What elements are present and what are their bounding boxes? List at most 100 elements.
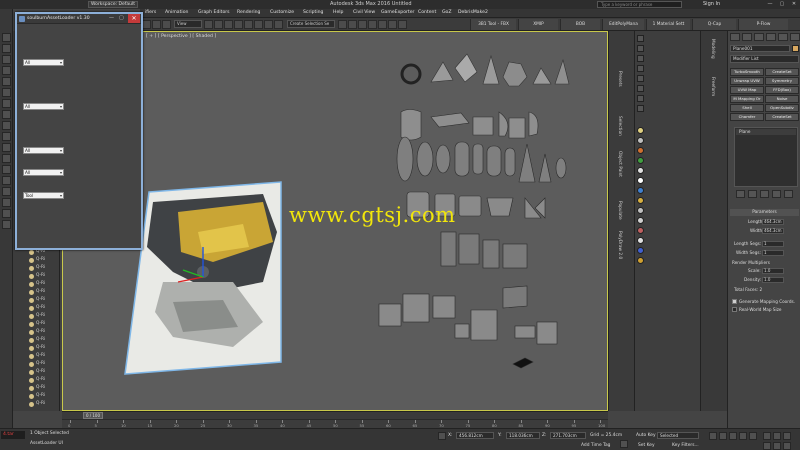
blue-dot-icon[interactable] <box>637 247 644 254</box>
visibility-icon[interactable] <box>29 306 34 311</box>
blue-dot-icon[interactable] <box>637 187 644 194</box>
spinner-snap-icon[interactable] <box>244 20 253 29</box>
list-item[interactable]: Q-Ri <box>29 329 59 336</box>
pivot-icon[interactable] <box>204 20 213 29</box>
menu-content[interactable]: Content <box>418 10 436 15</box>
white-dot-icon[interactable] <box>637 237 644 244</box>
go-to-start-icon[interactable] <box>709 432 717 440</box>
tab-material-settings[interactable]: 1 Material Sett <box>646 19 690 30</box>
select-link-icon[interactable] <box>142 20 151 29</box>
auto-key-button[interactable]: Auto Key <box>636 433 656 438</box>
time-slider-bar[interactable]: 0 / 100 <box>62 411 608 419</box>
list-item[interactable]: Q-Ri <box>29 321 59 328</box>
make-unique-icon[interactable] <box>760 190 769 198</box>
pan-icon[interactable] <box>763 442 771 450</box>
filter-hidden-icon[interactable] <box>2 220 11 229</box>
tab-presets[interactable]: Presets <box>617 71 622 87</box>
visibility-icon[interactable] <box>29 274 34 279</box>
tab-fbx-tool[interactable]: 3B1 Tool - FBX <box>470 19 516 30</box>
tool-icon[interactable] <box>637 35 644 42</box>
modify-tab-icon[interactable] <box>742 33 752 41</box>
category-dropdown-5[interactable]: Tool ▾ <box>23 192 64 199</box>
symmetry-button[interactable]: Symmetry <box>765 77 799 85</box>
visibility-icon[interactable] <box>29 298 34 303</box>
motion-icon[interactable] <box>2 66 11 75</box>
align-icon[interactable] <box>274 20 283 29</box>
visibility-icon[interactable] <box>29 266 34 271</box>
tab-modeling[interactable]: Modeling <box>710 39 715 59</box>
length-spinner[interactable]: 464.3cm <box>762 219 784 225</box>
gray-dot-icon[interactable] <box>637 207 644 214</box>
layer-icon[interactable] <box>338 20 347 29</box>
orange-dot-icon[interactable] <box>637 147 644 154</box>
primitives-row-2[interactable] <box>400 109 539 141</box>
createset-button[interactable]: CreateSet <box>765 68 799 76</box>
category-dropdown-1[interactable]: All ▾ <box>23 59 64 66</box>
filter-xrefs-icon[interactable] <box>2 176 11 185</box>
list-item[interactable]: Q-Ri <box>29 273 59 280</box>
filter-frozen-icon[interactable] <box>2 209 11 218</box>
prev-frame-icon[interactable] <box>719 432 727 440</box>
list-item[interactable]: Q-Ri <box>29 393 59 400</box>
render-icon[interactable] <box>398 20 407 29</box>
chamfer-button[interactable]: Chamfer <box>730 113 764 121</box>
list-item[interactable]: Q-Ri <box>29 257 59 264</box>
tool-icon[interactable] <box>637 85 644 92</box>
menu-customize[interactable]: Customize <box>270 10 294 15</box>
filter-bones-icon[interactable] <box>2 187 11 196</box>
x-coord-field[interactable]: 456.812cm <box>456 432 494 439</box>
tool-icon[interactable] <box>637 105 644 112</box>
orbit-icon[interactable] <box>773 442 781 450</box>
visibility-icon[interactable] <box>29 314 34 319</box>
maxscript-listener[interactable]: 4.tar <box>1 431 25 439</box>
width-segs-spinner[interactable]: 1 <box>762 250 784 256</box>
primitives-row-3[interactable] <box>396 136 567 183</box>
menu-goz[interactable]: GoZ <box>442 10 452 15</box>
pin-stack-icon[interactable] <box>736 190 745 198</box>
tab-polydraw[interactable]: PolyDraw 2.0 <box>617 231 622 259</box>
gray-dot-icon[interactable] <box>637 137 644 144</box>
close-button[interactable]: ✕ <box>789 1 799 8</box>
reference-coord-select[interactable]: View <box>174 20 202 28</box>
tab-bob[interactable]: BOB <box>560 19 600 30</box>
list-item[interactable]: Q-Ri <box>29 313 59 320</box>
render-setup-icon[interactable] <box>388 20 397 29</box>
ribbon-icon[interactable] <box>348 20 357 29</box>
filter-groups-icon[interactable] <box>2 165 11 174</box>
real-world-checkbox[interactable] <box>732 307 737 312</box>
restore-icon[interactable]: ▢ <box>119 15 124 21</box>
visibility-icon[interactable] <box>29 386 34 391</box>
mirror-icon[interactable] <box>264 20 273 29</box>
hierarchy-icon[interactable] <box>2 55 11 64</box>
visibility-icon[interactable] <box>29 330 34 335</box>
white-dot-icon[interactable] <box>637 177 644 184</box>
shell-button[interactable]: Shell <box>730 104 764 112</box>
filter-helpers-icon[interactable] <box>2 143 11 152</box>
angle-snap-icon[interactable] <box>224 20 233 29</box>
close-icon[interactable]: ✕ <box>128 14 140 23</box>
noise-button[interactable]: Noise <box>765 95 799 103</box>
asset-loader-header[interactable]: soulburnAssetLoader v1.30 — ▢ ✕ <box>17 14 141 24</box>
density-spinner[interactable]: 1.0 <box>762 277 784 283</box>
scale-spinner[interactable]: 1.0 <box>762 268 784 274</box>
play-icon[interactable] <box>729 432 737 440</box>
next-frame-icon[interactable] <box>739 432 747 440</box>
utilities-tab-icon[interactable] <box>790 33 800 41</box>
visibility-icon[interactable] <box>29 322 34 327</box>
tab-selection[interactable]: Selection <box>617 116 622 136</box>
motion-tab-icon[interactable] <box>766 33 776 41</box>
list-item[interactable]: Q-Ri <box>29 369 59 376</box>
tool-icon[interactable] <box>637 45 644 52</box>
key-mode-dropdown[interactable]: Selected <box>657 432 699 439</box>
menu-civil-view[interactable]: Civil View <box>353 10 375 15</box>
list-item[interactable]: Q-Ri <box>29 353 59 360</box>
tab-freeform[interactable]: Freeform <box>710 77 715 96</box>
uvw-map-button[interactable]: UVW Map <box>730 86 764 94</box>
tab-object-paint[interactable]: Object Paint <box>617 151 622 177</box>
modifier-stack[interactable]: Plane <box>734 127 798 187</box>
filter-lights-icon[interactable] <box>2 121 11 130</box>
maximize-viewport-icon[interactable] <box>783 432 791 440</box>
asset-loader-panel[interactable]: soulburnAssetLoader v1.30 — ▢ ✕ All ▾ All… <box>15 12 143 250</box>
unwrap-uvw-button[interactable]: Unwrap UVW <box>730 77 764 85</box>
minimize-icon[interactable]: — <box>109 15 114 21</box>
